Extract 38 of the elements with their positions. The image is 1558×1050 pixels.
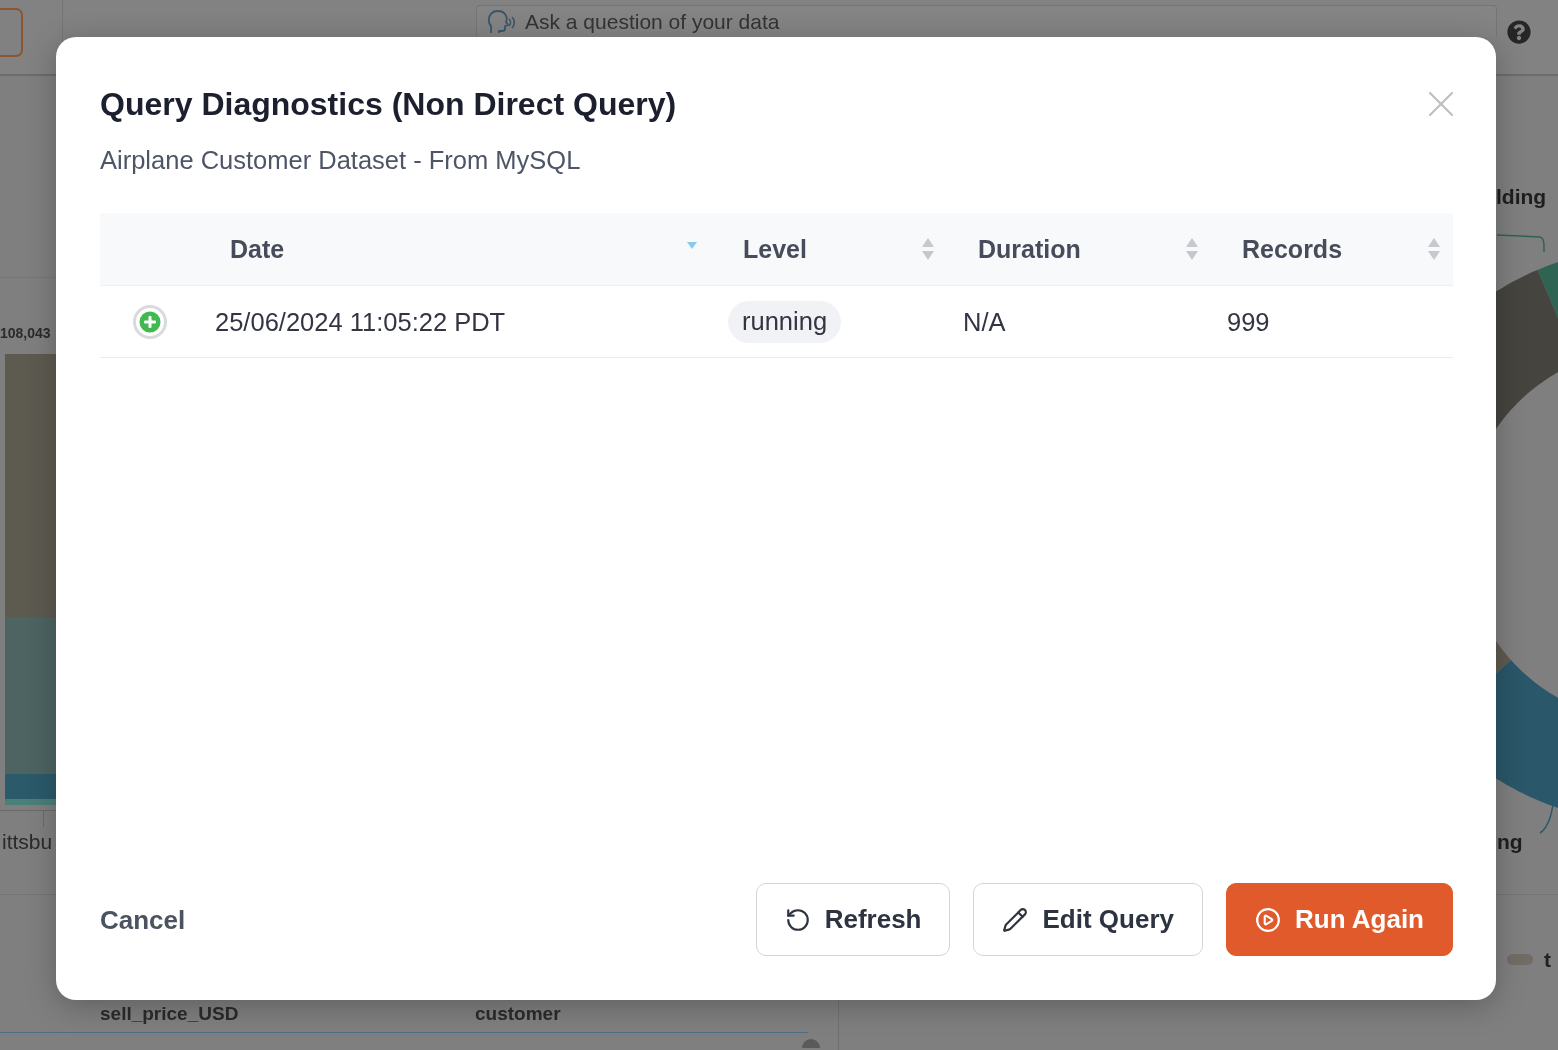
dialog-title: Query Diagnostics (Non Direct Query): [100, 85, 677, 124]
donut-label: ng: [1497, 830, 1523, 854]
close-button[interactable]: [1427, 90, 1455, 118]
run-again-button[interactable]: Run Again: [1225, 883, 1453, 956]
donut-label: lding: [1496, 185, 1547, 209]
records-text: 999: [1227, 306, 1270, 337]
pencil-icon: [1002, 906, 1029, 933]
bar-category-label: ittsbu: [2, 829, 53, 855]
sort-arrows-icon[interactable]: [922, 237, 934, 261]
help-icon[interactable]: [1507, 20, 1531, 44]
refresh-button[interactable]: Refresh: [755, 883, 951, 956]
search-field[interactable]: Ask a question of your data: [476, 5, 1497, 37]
sort-arrows-icon[interactable]: [1186, 237, 1198, 261]
dialog-subtitle: Airplane Customer Dataset - From MySQL: [100, 145, 581, 176]
column-header[interactable]: Date: [230, 234, 285, 264]
bar-value-label: 108,043: [0, 325, 51, 341]
level-tag: running: [728, 300, 842, 343]
refresh-icon: [784, 906, 811, 933]
close-icon: [1429, 92, 1453, 116]
speaking-head-icon: [487, 9, 515, 35]
column-header[interactable]: Duration: [978, 234, 1081, 264]
plus-circle-icon[interactable]: [133, 304, 167, 339]
column-header[interactable]: Level: [743, 234, 807, 264]
legend-swatch-icon: [1507, 954, 1533, 965]
leader-line: [1496, 234, 1545, 253]
date-text: 25/06/2024 11:05:22 PDT: [215, 306, 506, 337]
column-header: customer: [475, 1003, 561, 1026]
scrollbar-thumb[interactable]: [802, 1039, 820, 1048]
column-header: sell_price_USD: [100, 1003, 240, 1026]
legend-label: t: [1544, 947, 1551, 972]
cancel-link[interactable]: Cancel: [100, 903, 186, 936]
sort-arrows-icon[interactable]: [1428, 237, 1440, 261]
play-circle-icon: [1254, 906, 1281, 933]
sort-down-icon[interactable]: [687, 241, 697, 249]
outlined-button[interactable]: [0, 8, 23, 57]
column-header[interactable]: Records: [1242, 234, 1343, 264]
edit-query-button[interactable]: Edit Query: [973, 883, 1203, 956]
duration-text: N/A: [963, 306, 1006, 337]
